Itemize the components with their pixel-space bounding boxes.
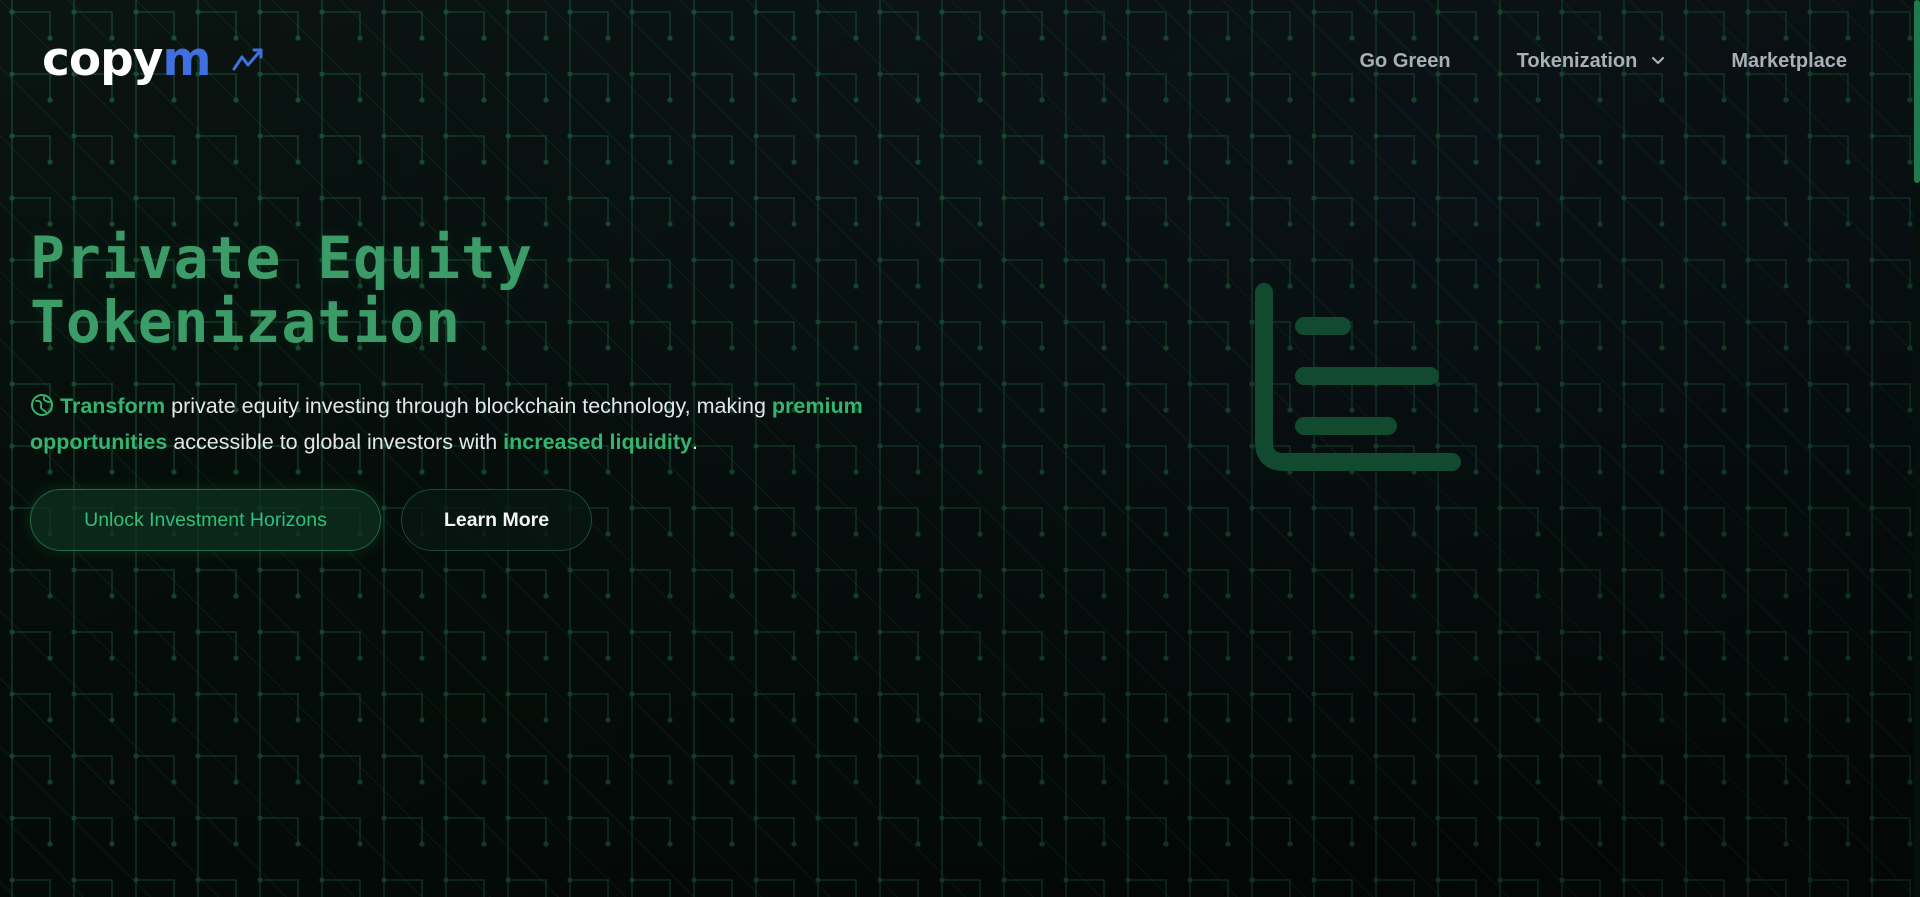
logo-text-main: copy: [42, 32, 163, 87]
leaf-globe-icon: [31, 394, 53, 416]
nav-go-green-label: Go Green: [1359, 50, 1451, 72]
hero-cta-group: Unlock Investment Horizons Learn More: [30, 489, 592, 551]
hero-title-line-1: Private Equity: [30, 224, 533, 292]
nav-go-green[interactable]: Go Green: [1359, 46, 1450, 76]
nav-marketplace-label: Marketplace: [1731, 50, 1847, 72]
scrollbar-thumb[interactable]: [1914, 0, 1920, 183]
highlight-transform: Transform: [60, 394, 166, 418]
highlight-increased-liquidity: increased liquidity: [503, 430, 692, 454]
scrollbar-track[interactable]: [1914, 0, 1920, 897]
hero-title: Private Equity Tokenization: [30, 226, 930, 354]
site-header: copym Go Green Tokenization Marketplace: [0, 0, 1914, 124]
logo[interactable]: copym: [42, 34, 264, 86]
hero-section: Private Equity Tokenization Transform pr…: [30, 226, 930, 460]
nav-tokenization[interactable]: Tokenization: [1517, 46, 1666, 76]
main-nav: Go Green Tokenization Marketplace: [1359, 46, 1847, 76]
hero-description: Transform private equity investing throu…: [30, 388, 890, 460]
logo-wordmark: copym: [42, 32, 211, 87]
description-text-1: private equity investing through blockch…: [165, 394, 772, 418]
description-text-3: .: [691, 430, 698, 454]
chart-bars-icon: [1255, 283, 1461, 471]
nav-marketplace[interactable]: Marketplace: [1731, 46, 1847, 76]
chevron-down-icon: [1652, 56, 1665, 65]
description-text-2: accessible to global investors with: [167, 430, 504, 454]
unlock-investment-horizons-button[interactable]: Unlock Investment Horizons: [30, 489, 381, 551]
nav-tokenization-label: Tokenization: [1516, 50, 1638, 72]
learn-more-button[interactable]: Learn More: [401, 489, 592, 551]
logo-text-accent: m: [162, 32, 211, 87]
trend-line-icon: [232, 48, 263, 71]
hero-title-line-2: Tokenization: [30, 288, 462, 356]
landing-page: copym Go Green Tokenization Marketplace: [0, 0, 1920, 897]
